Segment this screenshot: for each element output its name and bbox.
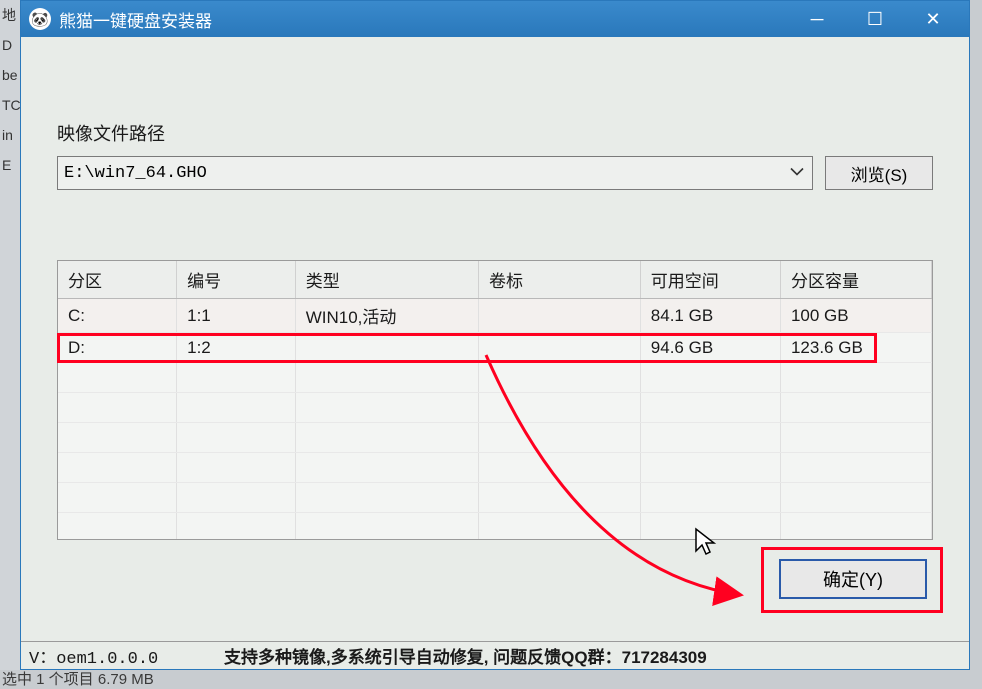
cell-free: 84.1 GB <box>640 299 780 333</box>
table-row[interactable]: D: 1:2 94.6 GB 123.6 GB <box>58 333 932 363</box>
table-row-empty <box>58 423 932 453</box>
cell-free: 94.6 GB <box>640 333 780 363</box>
ok-button[interactable]: 确定(Y) <box>779 559 927 599</box>
window-title: 熊猫一键硬盘安装器 <box>59 7 797 32</box>
minimize-button[interactable]: ─ <box>797 4 837 34</box>
cell-type: WIN10,活动 <box>295 299 478 333</box>
cell-number: 1:2 <box>177 333 296 363</box>
version-text: V：oem1.0.0.0 <box>29 643 224 669</box>
header-label[interactable]: 卷标 <box>479 261 641 299</box>
header-type[interactable]: 类型 <box>295 261 478 299</box>
table-row-empty <box>58 483 932 513</box>
table-row[interactable]: C: 1:1 WIN10,活动 84.1 GB 100 GB <box>58 299 932 333</box>
cell-capacity: 100 GB <box>780 299 931 333</box>
partition-table[interactable]: 分区 编号 类型 卷标 可用空间 分区容量 C: 1:1 WIN10,活动 8 <box>57 260 933 540</box>
content-area: 映像文件路径 E:\win7_64.GHO 浏览(S) 分区 编号 类型 卷标 <box>21 37 969 641</box>
titlebar: 🐼 熊猫一键硬盘安装器 ─ ☐ ✕ <box>21 1 969 37</box>
table-header-row: 分区 编号 类型 卷标 可用空间 分区容量 <box>58 261 932 299</box>
cell-type <box>295 333 478 363</box>
cell-label <box>479 299 641 333</box>
cell-label <box>479 333 641 363</box>
header-partition[interactable]: 分区 <box>58 261 177 299</box>
cell-number: 1:1 <box>177 299 296 333</box>
cell-partition: D: <box>58 333 177 363</box>
header-capacity[interactable]: 分区容量 <box>780 261 931 299</box>
close-button[interactable]: ✕ <box>913 4 953 34</box>
image-path-label: 映像文件路径 <box>57 120 933 146</box>
status-message: 支持多种镜像,多系统引导自动修复, 问题反馈QQ群：717284309 <box>224 643 961 668</box>
browse-button[interactable]: 浏览(S) <box>825 156 933 190</box>
header-free[interactable]: 可用空间 <box>640 261 780 299</box>
app-icon: 🐼 <box>29 8 51 30</box>
image-path-combo[interactable]: E:\win7_64.GHO <box>57 156 813 190</box>
installer-window: 🐼 熊猫一键硬盘安装器 ─ ☐ ✕ 映像文件路径 E:\win7_64.GHO … <box>20 0 970 670</box>
cell-partition: C: <box>58 299 177 333</box>
table-row-empty <box>58 513 932 541</box>
table-row-empty <box>58 363 932 393</box>
header-number[interactable]: 编号 <box>177 261 296 299</box>
statusbar: V：oem1.0.0.0 支持多种镜像,多系统引导自动修复, 问题反馈QQ群：7… <box>21 641 969 669</box>
background-statusbar-text: 选中 1 个项目 6.79 MB <box>2 668 154 689</box>
cell-capacity: 123.6 GB <box>780 333 931 363</box>
table-row-empty <box>58 393 932 423</box>
chevron-down-icon[interactable] <box>790 164 804 183</box>
background-window-edge: 地DbeTCinE <box>0 0 20 670</box>
image-path-value: E:\win7_64.GHO <box>64 164 207 183</box>
maximize-button[interactable]: ☐ <box>855 4 895 34</box>
table-row-empty <box>58 453 932 483</box>
